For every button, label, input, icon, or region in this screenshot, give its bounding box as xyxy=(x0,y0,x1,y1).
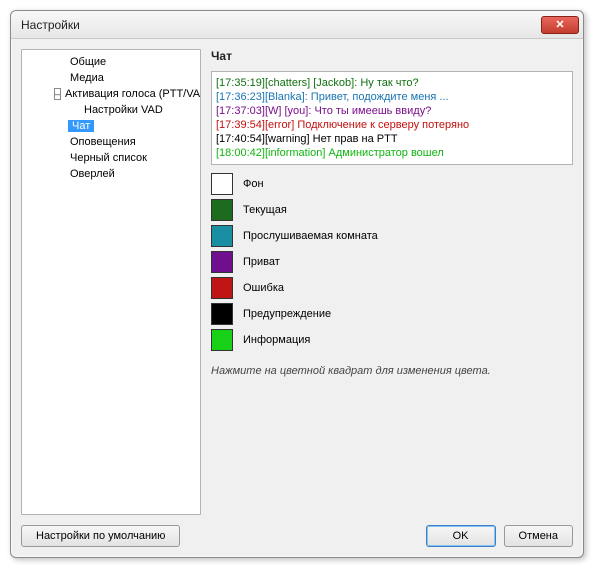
color-row: Фон xyxy=(211,171,573,197)
cancel-button[interactable]: Отмена xyxy=(504,525,573,547)
tree-item-label: Оповещения xyxy=(68,136,138,148)
color-label: Фон xyxy=(243,178,264,190)
chat-line: [17:40:54][warning] Нет прав на PTT xyxy=(216,132,568,146)
color-label: Информация xyxy=(243,334,310,346)
tree-item-5[interactable]: Оповещения xyxy=(24,134,198,150)
close-button[interactable]: ✕ xyxy=(541,16,579,34)
tree-item-label: Настройки VAD xyxy=(82,104,165,116)
tree-item-0[interactable]: Общие xyxy=(24,54,198,70)
tree-leaf-icon xyxy=(54,56,66,68)
color-label: Приват xyxy=(243,256,280,268)
color-row: Информация xyxy=(211,327,573,353)
chat-time: [18:00:42] xyxy=(216,147,265,159)
tree-leaf-icon xyxy=(54,136,66,148)
chat-line: [17:36:23][Blanka]: Привет, подождите ме… xyxy=(216,90,568,104)
window-title: Настройки xyxy=(21,18,541,32)
tree-item-4[interactable]: Чат xyxy=(24,118,198,134)
chat-msg: Ну так что? xyxy=(357,77,418,89)
chat-source: [information] xyxy=(265,147,326,159)
color-label: Ошибка xyxy=(243,282,284,294)
chat-time: [17:40:54] xyxy=(216,133,265,145)
chat-time: [17:35:19] xyxy=(216,77,265,89)
chat-msg: Нет прав на PTT xyxy=(310,133,398,145)
color-swatch[interactable] xyxy=(211,277,233,299)
nav-tree[interactable]: ОбщиеМедиа–Активация голоса (PTT/VAD)Нас… xyxy=(21,49,201,515)
footer: Настройки по умолчанию OK Отмена xyxy=(21,515,573,547)
chat-panel: Чат [17:35:19][chatters] [Jackob]: Ну та… xyxy=(207,49,573,515)
chat-line: [17:39:54][error] Подключение к серверу … xyxy=(216,118,568,132)
chat-source: [chatters] [Jackob]: xyxy=(265,77,357,89)
chat-line: [17:35:19][chatters] [Jackob]: Ну так чт… xyxy=(216,76,568,90)
tree-leaf-icon xyxy=(54,168,66,180)
chat-msg: Администратор вошел xyxy=(325,147,443,159)
tree-leaf-icon xyxy=(54,152,66,164)
color-label: Текущая xyxy=(243,204,287,216)
color-swatch[interactable] xyxy=(211,303,233,325)
chat-msg: Что ты имеешь ввиду? xyxy=(311,105,431,117)
chat-line: [17:37:03][W] [you]: Что ты имеешь ввиду… xyxy=(216,104,568,118)
tree-item-label: Чат xyxy=(68,120,94,132)
color-swatch[interactable] xyxy=(211,199,233,221)
color-row: Ошибка xyxy=(211,275,573,301)
ok-button[interactable]: OK xyxy=(426,525,496,547)
chat-time: [17:39:54] xyxy=(216,119,265,131)
client-area: ОбщиеМедиа–Активация голоса (PTT/VAD)Нас… xyxy=(11,39,583,557)
chat-source: [Blanka]: xyxy=(265,91,308,103)
tree-item-label: Активация голоса (PTT/VAD) xyxy=(63,88,201,100)
settings-window: Настройки ✕ ОбщиеМедиа–Активация голоса … xyxy=(10,10,584,558)
chat-source: [warning] xyxy=(265,133,310,145)
tree-item-6[interactable]: Черный список xyxy=(24,150,198,166)
color-label: Предупреждение xyxy=(243,308,331,320)
tree-item-7[interactable]: Оверлей xyxy=(24,166,198,182)
chat-source: [error] xyxy=(265,119,294,131)
tree-item-3[interactable]: Настройки VAD xyxy=(24,102,198,118)
color-swatch[interactable] xyxy=(211,225,233,247)
color-row: Приват xyxy=(211,249,573,275)
tree-item-2[interactable]: –Активация голоса (PTT/VAD) xyxy=(24,86,198,102)
titlebar: Настройки ✕ xyxy=(11,11,583,39)
panel-title: Чат xyxy=(211,49,573,65)
color-swatch[interactable] xyxy=(211,329,233,351)
tree-item-label: Медиа xyxy=(68,72,106,84)
defaults-button[interactable]: Настройки по умолчанию xyxy=(21,525,180,547)
chat-preview: [17:35:19][chatters] [Jackob]: Ну так чт… xyxy=(211,71,573,165)
tree-leaf-icon xyxy=(68,104,80,116)
chat-time: [17:36:23] xyxy=(216,91,265,103)
chat-msg: Привет, подождите меня ... xyxy=(308,91,449,103)
color-label: Прослушиваемая комната xyxy=(243,230,378,242)
tree-item-label: Оверлей xyxy=(68,168,117,180)
tree-item-label: Общие xyxy=(68,56,108,68)
color-row: Прослушиваемая комната xyxy=(211,223,573,249)
main-row: ОбщиеМедиа–Активация голоса (PTT/VAD)Нас… xyxy=(21,49,573,515)
color-row: Предупреждение xyxy=(211,301,573,327)
tree-item-label: Черный список xyxy=(68,152,149,164)
color-row: Текущая xyxy=(211,197,573,223)
chat-line: [18:00:42][information] Администратор во… xyxy=(216,146,568,160)
tree-leaf-icon xyxy=(54,120,66,132)
tree-leaf-icon xyxy=(54,72,66,84)
color-swatch[interactable] xyxy=(211,251,233,273)
hint-text: Нажмите на цветной квадрат для изменения… xyxy=(211,359,573,377)
color-swatch[interactable] xyxy=(211,173,233,195)
chat-msg: Подключение к серверу потеряно xyxy=(294,119,469,131)
chat-time: [17:37:03] xyxy=(216,105,265,117)
tree-collapse-icon[interactable]: – xyxy=(54,88,61,100)
chat-source: [W] [you]: xyxy=(265,105,311,117)
tree-item-1[interactable]: Медиа xyxy=(24,70,198,86)
